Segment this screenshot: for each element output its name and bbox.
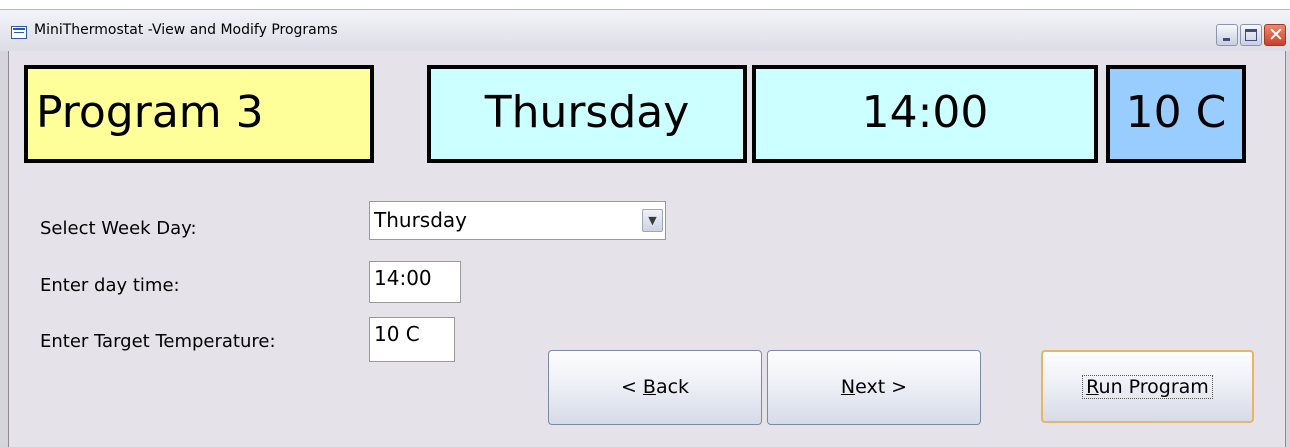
chevron-down-icon[interactable]: ▼ — [642, 209, 663, 232]
minimize-icon — [1223, 38, 1230, 41]
right-frame-border — [1285, 51, 1290, 447]
time-display: 14:00 — [752, 65, 1098, 163]
form-window: MiniThermostat -View and Modify Programs… — [0, 9, 1290, 447]
run-program-focus-frame: Run Program — [1082, 375, 1213, 399]
window-title: MiniThermostat -View and Modify Programs — [34, 22, 338, 38]
temperature-display: 10 C — [1106, 65, 1246, 163]
day-time-input[interactable]: 14:00 — [369, 261, 461, 303]
run-program-label: un Program — [1098, 376, 1209, 398]
week-day-label: Select Week Day: — [40, 218, 197, 239]
target-temperature-input[interactable]: 10 C — [369, 317, 455, 362]
week-day-select-value: Thursday — [374, 208, 467, 232]
title-bar[interactable]: MiniThermostat -View and Modify Programs… — [0, 9, 1290, 51]
back-button-label: ack — [655, 376, 690, 398]
back-button[interactable]: < Back — [548, 350, 762, 425]
form-icon[interactable] — [11, 26, 27, 39]
next-button-accelerator: N — [840, 376, 856, 398]
week-day-select[interactable]: Thursday ▼ — [369, 201, 666, 240]
minimize-button[interactable] — [1216, 24, 1238, 46]
next-button-label: ext > — [855, 376, 908, 398]
close-icon: ✕ — [1268, 24, 1284, 46]
back-button-prefix: < — [620, 376, 643, 398]
maximize-icon — [1245, 29, 1257, 41]
next-button[interactable]: Next > — [767, 350, 981, 425]
left-frame-border — [0, 51, 9, 447]
run-program-accelerator: R — [1086, 376, 1099, 398]
run-program-button[interactable]: Run Program — [1041, 350, 1254, 423]
day-time-label: Enter day time: — [40, 275, 180, 296]
program-name-display: Program 3 — [24, 65, 374, 163]
back-button-accelerator: B — [642, 376, 656, 398]
day-display: Thursday — [427, 65, 747, 163]
maximize-button[interactable] — [1240, 24, 1262, 46]
close-button[interactable]: ✕ — [1264, 24, 1286, 46]
target-temperature-label: Enter Target Temperature: — [40, 331, 276, 352]
